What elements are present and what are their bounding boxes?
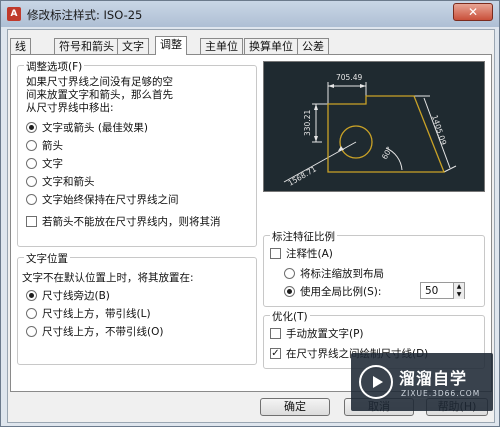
radio-text-and-arrows-label: 文字和箭头 [42,176,95,188]
radio-arrows[interactable] [26,140,37,151]
dimension-preview: 705.49 330.21 1405.09 60° 1568.71 [263,61,485,192]
text-placement-description: 文字不在默认位置上时，将其放置在: [22,272,194,284]
overall-scale-value[interactable]: 50 [425,285,438,297]
radio-over-without-leader[interactable] [26,326,37,337]
radio-text-or-arrows[interactable] [26,122,37,133]
tab-fit[interactable]: 调整 [155,36,187,55]
fit-options-title: 调整选项(F) [24,59,85,74]
preview-arrow-leader [338,146,344,151]
tab-lines[interactable]: 线 [10,38,31,54]
ok-button[interactable]: 确定 [260,398,330,416]
place-text-manually-label: 手动放置文字(P) [286,328,364,340]
radio-scale-to-layout[interactable] [284,268,295,279]
radio-arrows-label: 箭头 [42,140,63,152]
text-placement-title: 文字位置 [24,251,70,266]
tab-tolerances[interactable]: 公差 [297,38,329,54]
spinner-down-button[interactable]: ▼ [453,291,464,299]
title-bar[interactable]: A 修改标注样式: ISO-25 ✕ [1,1,499,27]
preview-arrow-left-top [314,104,318,110]
watermark-subtitle: ZIXUE.3D66.COM [401,389,481,398]
radio-use-overall-scale-label: 使用全局比例(S): [300,286,382,298]
tab-strip: 线 符号和箭头 文字 调整 主单位 换算单位 公差 [8,36,494,55]
play-logo-icon [359,365,393,399]
tab-primary-units[interactable]: 主单位 [200,38,243,54]
watermark-overlay: 溜溜自学 ZIXUE.3D66.COM [351,353,493,411]
fit-tab-pane: 调整选项(F) 如果尺寸界线之间没有足够的空 间来放置文字和箭头，那么首先 从尺… [10,54,492,392]
preview-dim-left: 330.21 [303,110,312,136]
suppress-arrows-label: 若箭头不能放在尺寸界线内，则将其消 [42,216,221,228]
scale-title: 标注特征比例 [270,229,337,244]
radio-scale-to-layout-label: 将标注缩放到布局 [300,268,384,280]
radio-beside-dim-line[interactable] [26,290,37,301]
place-text-manually-checkbox[interactable] [270,328,281,339]
radio-use-overall-scale[interactable] [284,286,295,297]
radio-over-with-leader-label: 尺寸线上方，带引线(L) [42,308,151,320]
draw-dim-line-between-checkbox[interactable]: ✓ [270,348,281,359]
fit-description-line3: 从尺寸界线中移出: [26,102,114,114]
preview-dim-angle: 60° [380,145,395,161]
suppress-arrows-checkbox[interactable] [26,216,37,227]
radio-text-or-arrows-label: 文字或箭头 (最佳效果) [42,122,149,134]
annotative-label: 注释性(A) [286,248,333,260]
window-title: 修改标注样式: ISO-25 [27,8,143,22]
overall-scale-spinner[interactable]: 50 ▲ ▼ [420,282,465,299]
radio-text[interactable] [26,158,37,169]
tab-symbols-arrows[interactable]: 符号和箭头 [54,38,119,54]
radio-over-with-leader[interactable] [26,308,37,319]
close-button[interactable]: ✕ [453,3,493,21]
watermark-title: 溜溜自学 [399,369,468,388]
radio-text-label: 文字 [42,158,63,170]
preview-drawing: 705.49 330.21 1405.09 60° 1568.71 [283,73,457,188]
radio-always-keep-text-label: 文字始终保持在尺寸界线之间 [42,194,179,206]
preview-arrow-top-right [360,84,366,88]
tab-text[interactable]: 文字 [117,38,149,54]
tab-alternate-units[interactable]: 换算单位 [244,38,298,54]
radio-over-without-leader-label: 尺寸线上方，不带引线(O) [42,326,164,338]
fit-options-group: 调整选项(F) 如果尺寸界线之间没有足够的空 间来放置文字和箭头，那么首先 从尺… [17,59,257,247]
radio-text-and-arrows[interactable] [26,176,37,187]
text-placement-group: 文字位置 文字不在默认位置上时，将其放置在: 尺寸线旁边(B) 尺寸线上方，带引… [17,251,257,365]
preview-dim-slanted: 1405.09 [430,114,448,146]
radio-beside-dim-line-label: 尺寸线旁边(B) [42,290,110,302]
fine-tuning-title: 优化(T) [270,309,310,324]
autocad-icon: A [7,7,21,21]
preview-dim-radius: 1568.71 [287,164,319,187]
preview-arrow-left-bottom [314,136,318,142]
annotative-checkbox[interactable] [270,248,281,259]
spinner-up-button[interactable]: ▲ [453,283,464,291]
radio-always-keep-text[interactable] [26,194,37,205]
preview-dim-top: 705.49 [336,73,362,82]
dialog-window: A 修改标注样式: ISO-25 ✕ 线 符号和箭头 文字 调整 主单位 换算单… [0,0,500,427]
preview-arrow-top-left [328,84,334,88]
